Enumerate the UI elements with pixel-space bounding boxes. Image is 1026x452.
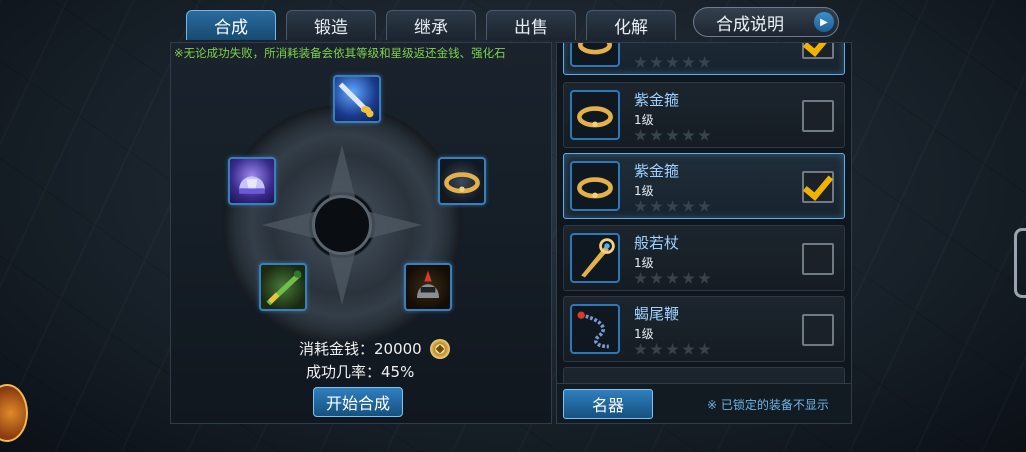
star-rating <box>634 343 711 356</box>
star-icon <box>634 129 647 141</box>
star-rating <box>634 200 711 213</box>
item-checkbox[interactable] <box>802 43 834 59</box>
staff-icon <box>570 233 620 283</box>
tab-inherit[interactable]: 继承 <box>386 10 476 40</box>
tab-bar: 合成 锻造 继承 出售 化解 <box>186 10 676 40</box>
star-icon <box>634 200 647 212</box>
star-icon <box>634 272 647 284</box>
list-item[interactable]: 紫金箍 1级 <box>563 82 845 148</box>
slot-helmet-icon[interactable] <box>228 157 276 205</box>
star-icon <box>634 56 647 68</box>
item-name: 紫金箍 <box>634 91 680 109</box>
star-rating <box>634 56 711 69</box>
star-rating <box>634 129 711 142</box>
star-icon <box>698 129 711 141</box>
list-item[interactable]: 紫金箍 1级 <box>563 153 845 219</box>
star-icon <box>698 343 711 355</box>
star-icon <box>682 129 695 141</box>
star-icon <box>650 272 663 284</box>
tab-dissolve[interactable]: 化解 <box>586 10 676 40</box>
synthesis-help-button[interactable]: 合成说明 ▶ <box>693 7 839 37</box>
star-icon <box>650 129 663 141</box>
item-level: 1级 <box>634 184 654 198</box>
star-icon <box>682 200 695 212</box>
star-icon <box>698 272 711 284</box>
star-icon <box>666 343 679 355</box>
star-icon <box>650 343 663 355</box>
whip-icon <box>570 304 620 354</box>
item-name: 紫金箍 <box>634 162 680 180</box>
star-icon <box>650 200 663 212</box>
start-synthesis-button[interactable]: 开始合成 <box>313 387 403 417</box>
list-item[interactable]: 般若杖 1级 <box>563 225 845 291</box>
result-slot[interactable] <box>312 195 372 255</box>
locked-items-note: ※ 已锁定的装备不显示 <box>707 398 829 412</box>
list-item[interactable] <box>563 367 845 383</box>
star-icon <box>666 200 679 212</box>
synthesis-notice: ※无论成功失败，所消耗装备会依其等级和星级返还金钱、强化石 <box>174 46 506 60</box>
tab-forge[interactable]: 锻造 <box>286 10 376 40</box>
slot-dragon-blade-icon[interactable] <box>259 263 307 311</box>
equipment-list-panel: 紫金箍 1级 紫金箍 1级 般若杖 1级 蝎尾鞭 1级 名器 ※ 已锁定的装备不… <box>556 42 852 424</box>
star-icon <box>666 56 679 68</box>
coin-icon <box>429 338 450 359</box>
famous-equipment-filter-button[interactable]: 名器 <box>563 389 653 419</box>
star-icon <box>682 272 695 284</box>
tab-sell[interactable]: 出售 <box>486 10 576 40</box>
list-item[interactable]: 蝎尾鞭 1级 <box>563 296 845 362</box>
item-checkbox[interactable] <box>802 243 834 275</box>
item-level: 1级 <box>634 113 654 127</box>
star-icon <box>682 56 695 68</box>
star-icon <box>682 343 695 355</box>
cost-label: 消耗金钱：20000 <box>299 340 422 358</box>
slot-sword-icon[interactable] <box>333 75 381 123</box>
star-icon <box>666 129 679 141</box>
star-icon <box>666 272 679 284</box>
slot-gold-ring-icon[interactable] <box>438 157 486 205</box>
item-name: 蝎尾鞭 <box>634 305 680 323</box>
slot-armor-helmet-icon[interactable] <box>404 263 452 311</box>
item-name: 般若杖 <box>634 234 680 252</box>
help-button-label: 合成说明 <box>716 14 784 35</box>
list-item[interactable] <box>563 43 845 75</box>
star-rating <box>634 272 711 285</box>
bracelet-icon <box>570 43 620 67</box>
item-checkbox[interactable] <box>802 314 834 346</box>
success-rate-label: 成功几率：45% <box>306 363 415 381</box>
cost-row: 消耗金钱：20000 <box>299 338 450 359</box>
equipment-list[interactable]: 紫金箍 1级 紫金箍 1级 般若杖 1级 蝎尾鞭 1级 <box>563 43 845 383</box>
item-level: 1级 <box>634 256 654 270</box>
item-level: 1级 <box>634 327 654 341</box>
star-icon <box>698 56 711 68</box>
star-icon <box>698 200 711 212</box>
star-icon <box>634 343 647 355</box>
gold-ring-icon <box>570 161 620 211</box>
gold-ring-icon <box>570 90 620 140</box>
star-icon <box>650 56 663 68</box>
tab-synthesize[interactable]: 合成 <box>186 10 276 40</box>
list-footer: 名器 ※ 已锁定的装备不显示 <box>557 383 851 423</box>
play-arrow-icon: ▶ <box>814 12 834 32</box>
item-checkbox[interactable] <box>802 100 834 132</box>
side-drawer-handle[interactable] <box>1014 228 1026 298</box>
item-checkbox[interactable] <box>802 171 834 203</box>
